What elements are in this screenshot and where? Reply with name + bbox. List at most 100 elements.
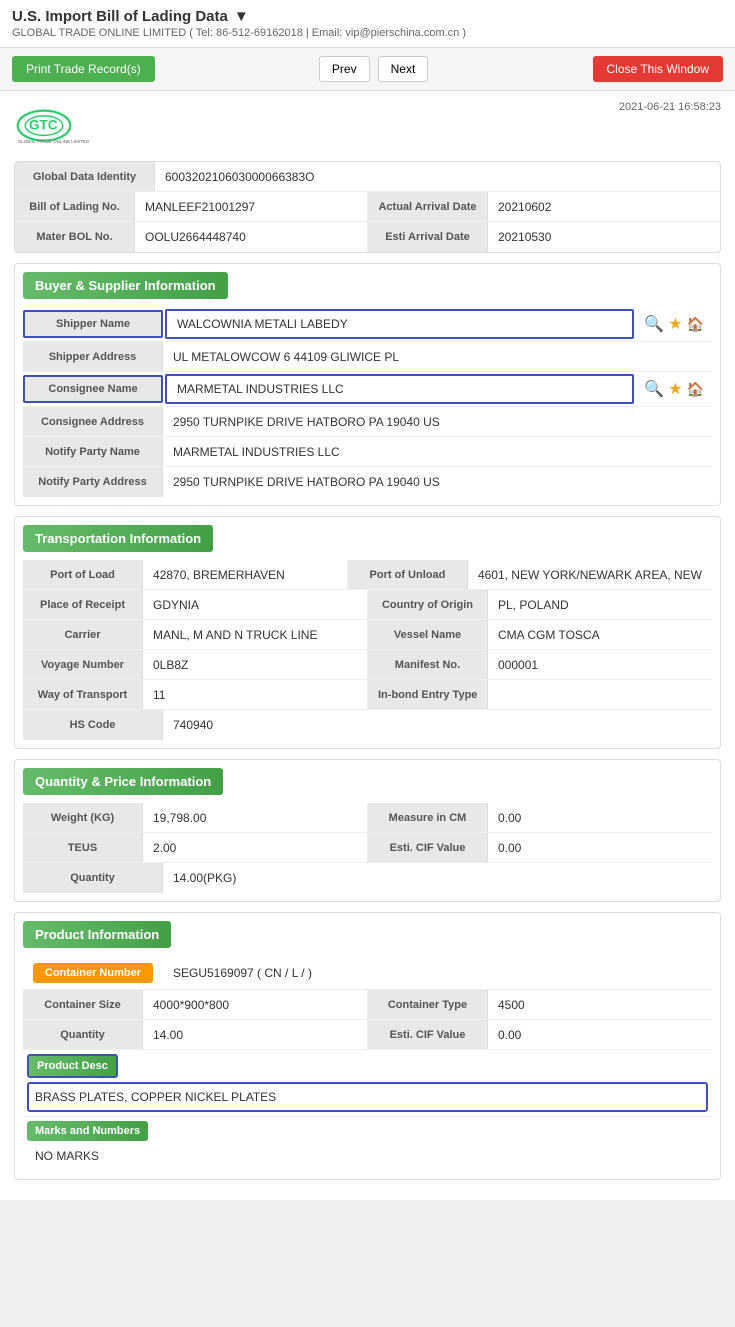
way-label: Way of Transport <box>23 680 143 709</box>
measure-value: 0.00 <box>488 803 712 832</box>
master-row: Mater BOL No. OOLU2664448740 Esti Arriva… <box>15 222 720 252</box>
carrier-label: Carrier <box>23 620 143 649</box>
shipper-addr-label: Shipper Address <box>23 342 163 371</box>
shipper-name-label: Shipper Name <box>23 310 163 338</box>
receipt-row: Place of Receipt GDYNIA Country of Origi… <box>23 590 712 620</box>
cif-value: 0.00 <box>488 833 712 862</box>
main-content: GTC GLOBAL TRADE ONLINE LIMITED 2021-06-… <box>0 91 735 1200</box>
svg-text:GLOBAL TRADE ONLINE LIMITED: GLOBAL TRADE ONLINE LIMITED <box>18 139 90 144</box>
shipper-name-row: Shipper Name WALCOWNIA METALI LABEDY 🔍 ★… <box>23 307 712 342</box>
qty-value: 14.00(PKG) <box>163 863 712 893</box>
consignee-name-row: Consignee Name MARMETAL INDUSTRIES LLC 🔍… <box>23 372 712 407</box>
voyage-label: Voyage Number <box>23 650 143 679</box>
manifest-label: Manifest No. <box>368 650 488 679</box>
qty-row: Quantity 14.00(PKG) <box>23 863 712 893</box>
port-load-label: Port of Load <box>23 560 143 589</box>
next-button[interactable]: Next <box>378 56 429 82</box>
logo-area: GTC GLOBAL TRADE ONLINE LIMITED 2021-06-… <box>14 101 721 151</box>
teus-row: TEUS 2.00 Esti. CIF Value 0.00 <box>23 833 712 863</box>
esti-value: 20210530 <box>488 222 720 252</box>
voyage-row: Voyage Number 0LB8Z Manifest No. 000001 <box>23 650 712 680</box>
notify-addr-value: 2950 TURNPIKE DRIVE HATBORO PA 19040 US <box>163 467 712 497</box>
shipper-addr-value: UL METALOWCOW 6 44109 GLIWICE PL <box>163 342 712 371</box>
product-title: Product Information <box>23 921 171 948</box>
hs-value: 740940 <box>163 710 712 740</box>
consignee-addr-label: Consignee Address <box>23 407 163 436</box>
notify-name-label: Notify Party Name <box>23 437 163 466</box>
teus-label: TEUS <box>23 833 143 862</box>
manifest-value: 000001 <box>488 650 712 679</box>
global-data-value: 600320210603000066383O <box>155 162 720 191</box>
cif-label: Esti. CIF Value <box>368 833 488 862</box>
quantity-price-title: Quantity & Price Information <box>23 768 223 795</box>
product-cif-label: Esti. CIF Value <box>368 1020 488 1049</box>
port-unload-value: 4601, NEW YORK/NEWARK AREA, NEW <box>468 560 712 589</box>
notify-name-value: MARMETAL INDUSTRIES LLC <box>163 437 712 466</box>
weight-value: 19,798.00 <box>143 803 367 832</box>
product-desc-label: Product Desc <box>27 1054 118 1078</box>
receipt-value: GDYNIA <box>143 590 367 619</box>
port-load-value: 42870, BREMERHAVEN <box>143 560 347 589</box>
print-button[interactable]: Print Trade Record(s) <box>12 56 155 82</box>
global-data-row: Global Data Identity 6003202106030000663… <box>15 162 720 192</box>
arrival-label: Actual Arrival Date <box>368 192 488 221</box>
container-type-value: 4500 <box>488 990 712 1019</box>
carrier-row: Carrier MANL, M AND N TRUCK LINE Vessel … <box>23 620 712 650</box>
buyer-supplier-title: Buyer & Supplier Information <box>23 272 228 299</box>
container-size-label: Container Size <box>23 990 143 1019</box>
vessel-value: CMA CGM TOSCA <box>488 620 712 649</box>
consignee-addr-row: Consignee Address 2950 TURNPIKE DRIVE HA… <box>23 407 712 437</box>
shipper-star-icon[interactable]: ★ <box>668 314 682 334</box>
container-number-button[interactable]: Container Number <box>33 963 153 983</box>
bol-value: MANLEEF21001297 <box>135 192 367 221</box>
weight-label: Weight (KG) <box>23 803 143 832</box>
shipper-search-icon[interactable]: 🔍 <box>644 314 664 334</box>
consignee-home-icon[interactable]: 🏠 <box>687 381 704 398</box>
consignee-search-icon[interactable]: 🔍 <box>644 379 664 399</box>
transportation-section: Transportation Information Port of Load … <box>14 516 721 749</box>
arrival-value: 20210602 <box>488 192 720 221</box>
origin-value: PL, POLAND <box>488 590 712 619</box>
svg-text:GTC: GTC <box>29 117 58 132</box>
product-section: Product Information Container Number SEG… <box>14 912 721 1180</box>
vessel-label: Vessel Name <box>368 620 488 649</box>
way-row: Way of Transport 11 In-bond Entry Type <box>23 680 712 710</box>
receipt-label: Place of Receipt <box>23 590 143 619</box>
product-cif-value: 0.00 <box>488 1020 712 1049</box>
basic-info-box: Global Data Identity 6003202106030000663… <box>14 161 721 253</box>
hs-row: HS Code 740940 <box>23 710 712 740</box>
bol-label: Bill of Lading No. <box>15 192 135 221</box>
container-num-row: Container Number SEGU5169097 ( CN / L / … <box>23 956 712 990</box>
consignee-name-value: MARMETAL INDUSTRIES LLC <box>165 374 634 404</box>
container-size-value: 4000*900*800 <box>143 990 367 1019</box>
container-type-label: Container Type <box>368 990 488 1019</box>
subtitle: GLOBAL TRADE ONLINE LIMITED ( Tel: 86-51… <box>12 27 723 39</box>
product-desc-row: Product Desc BRASS PLATES, COPPER NICKEL… <box>23 1050 712 1117</box>
marks-label: Marks and Numbers <box>27 1121 148 1141</box>
dropdown-icon[interactable]: ▼ <box>234 8 249 25</box>
close-button[interactable]: Close This Window <box>593 56 723 82</box>
timestamp: 2021-06-21 16:58:23 <box>619 101 721 113</box>
prev-button[interactable]: Prev <box>319 56 370 82</box>
toolbar: Print Trade Record(s) Prev Next Close Th… <box>0 48 735 91</box>
container-size-row: Container Size 4000*900*800 Container Ty… <box>23 990 712 1020</box>
product-desc-value: BRASS PLATES, COPPER NICKEL PLATES <box>27 1082 708 1112</box>
quantity-price-section: Quantity & Price Information Weight (KG)… <box>14 759 721 902</box>
marks-row: Marks and Numbers NO MARKS <box>23 1117 712 1171</box>
origin-label: Country of Origin <box>368 590 488 619</box>
teus-value: 2.00 <box>143 833 367 862</box>
esti-label: Esti Arrival Date <box>368 222 488 252</box>
notify-addr-row: Notify Party Address 2950 TURNPIKE DRIVE… <box>23 467 712 497</box>
hs-label: HS Code <box>23 710 163 740</box>
consignee-star-icon[interactable]: ★ <box>668 379 682 399</box>
shipper-addr-row: Shipper Address UL METALOWCOW 6 44109 GL… <box>23 342 712 372</box>
master-value: OOLU2664448740 <box>135 222 367 252</box>
port-unload-label: Port of Unload <box>348 560 468 589</box>
consignee-name-label: Consignee Name <box>23 375 163 403</box>
port-row: Port of Load 42870, BREMERHAVEN Port of … <box>23 560 712 590</box>
shipper-name-value: WALCOWNIA METALI LABEDY <box>165 309 634 339</box>
shipper-home-icon[interactable]: 🏠 <box>687 316 704 333</box>
measure-label: Measure in CM <box>368 803 488 832</box>
buyer-supplier-section: Buyer & Supplier Information Shipper Nam… <box>14 263 721 506</box>
inbond-value <box>488 680 712 709</box>
